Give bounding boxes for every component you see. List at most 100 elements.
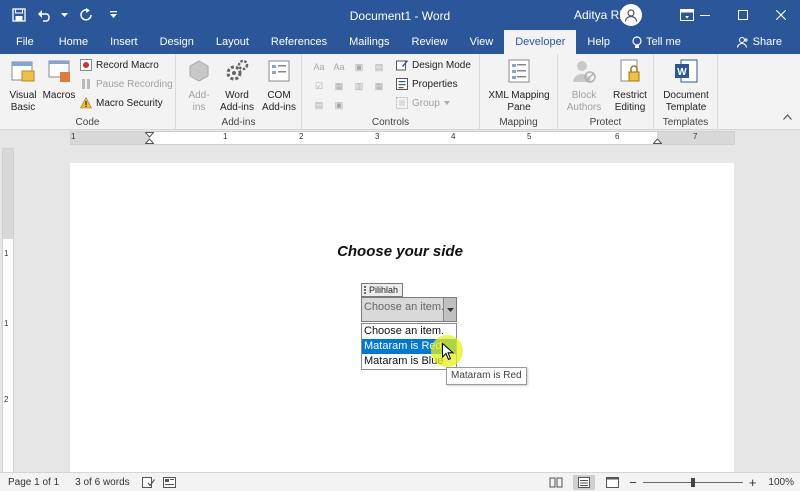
pause-icon (82, 79, 90, 89)
share-button[interactable]: Share (736, 30, 782, 54)
macro-record-icon (162, 476, 176, 488)
redo-icon (80, 8, 92, 21)
ruler-number: 2 (299, 132, 304, 141)
dropdown-content-control[interactable]: Choose an item. (361, 297, 457, 322)
word-addins-button[interactable]: Word Add-ins (218, 58, 256, 114)
macro-security-button[interactable]: Macro Security (80, 97, 163, 109)
minimize-button[interactable] (686, 0, 724, 30)
tell-me-label: Tell me (646, 36, 681, 48)
undo-button[interactable] (34, 4, 56, 26)
redo-button[interactable] (76, 4, 98, 26)
zoom-slider[interactable] (642, 475, 743, 490)
undo-dropdown[interactable] (60, 4, 68, 26)
close-icon (776, 10, 786, 20)
content-controls-gallery: Aa Aa ▣ ▤ ☑ ▦ ▥ ▦ ▤ ▣ (310, 58, 388, 114)
group-label-addins: Add-ins (221, 117, 256, 128)
ruler-number: 4 (451, 132, 456, 141)
xml-mapping-icon (508, 59, 530, 83)
tab-help[interactable]: Help (576, 30, 621, 54)
macros-icon (48, 60, 70, 82)
tab-file[interactable]: File (0, 30, 48, 54)
tab-design[interactable]: Design (149, 30, 205, 54)
horizontal-ruler[interactable]: 1 1 2 3 4 5 6 7 (70, 131, 735, 145)
group-button[interactable]: Group (396, 97, 450, 109)
zoom-level[interactable]: 100% (768, 477, 794, 488)
indent-marker-icon[interactable] (145, 132, 154, 144)
tab-mailings[interactable]: Mailings (338, 30, 400, 54)
group-addins: Add- ins Word Add-ins COM Add-ins Add-in… (176, 54, 302, 130)
document-template-label: Document Template (663, 90, 709, 113)
tell-me-search[interactable]: Tell me (621, 30, 692, 54)
save-icon (12, 8, 26, 22)
ruler-number: 3 (375, 132, 380, 141)
record-macro-button[interactable]: Record Macro (80, 59, 159, 71)
customize-qat-button[interactable] (102, 4, 124, 26)
combo-box-control-icon[interactable]: ▦ (330, 77, 348, 95)
zoom-slider-thumb[interactable] (690, 478, 695, 487)
dropdown-list-control-icon[interactable]: ▥ (350, 77, 368, 95)
group-label-protect: Protect (589, 117, 622, 128)
zoom-out-button[interactable]: − (629, 476, 637, 489)
tab-developer[interactable]: Developer (504, 30, 577, 54)
com-addins-button[interactable]: COM Add-ins (260, 58, 298, 114)
page-count[interactable]: Page 1 of 1 (0, 477, 67, 488)
zoom-in-button[interactable]: + (749, 476, 757, 489)
pause-recording-button[interactable]: Pause Recording (80, 78, 173, 90)
chevron-down-icon (60, 12, 68, 17)
ruler-number: 1 (4, 319, 9, 328)
dropdown-arrow-button[interactable] (443, 298, 456, 321)
maximize-button[interactable] (724, 0, 762, 30)
xml-mapping-pane-button[interactable]: XML Mapping Pane (484, 58, 554, 114)
restrict-editing-button[interactable]: Restrict Editing (608, 58, 652, 114)
chevron-down-icon (443, 101, 450, 105)
collapse-ribbon-button[interactable] (783, 112, 792, 123)
picture-control-icon[interactable]: ▣ (350, 58, 368, 76)
avatar[interactable] (620, 4, 642, 26)
word-count[interactable]: 3 of 6 words (67, 477, 137, 488)
proofing-button[interactable] (138, 476, 159, 488)
chevron-down-icon (446, 307, 454, 312)
tab-home[interactable]: Home (48, 30, 99, 54)
document-template-button[interactable]: W Document Template (658, 58, 714, 114)
design-mode-button[interactable]: Design Mode (396, 59, 471, 71)
repeating-section-control-icon[interactable]: ▤ (310, 96, 328, 114)
block-authors-button[interactable]: Block Authors (562, 58, 606, 114)
mouse-pointer-icon (442, 343, 454, 361)
close-button[interactable] (762, 0, 800, 30)
macros-button[interactable]: Macros (42, 58, 76, 102)
ruler-top-margin (3, 149, 13, 239)
rich-text-control-icon[interactable]: Aa (310, 58, 328, 76)
tab-references[interactable]: References (260, 30, 338, 54)
legacy-tools-icon[interactable]: ▣ (330, 96, 348, 114)
checkbox-control-icon[interactable]: ☑ (310, 77, 328, 95)
content-control-tag[interactable]: Pilihlah (361, 283, 404, 297)
building-block-control-icon[interactable]: ▤ (370, 58, 388, 76)
ruler-number: 1 (223, 132, 228, 141)
group-protect: Block Authors Restrict Editing Protect (558, 54, 654, 130)
addins-button[interactable]: Add- ins (182, 58, 216, 114)
tab-layout[interactable]: Layout (205, 30, 260, 54)
tab-insert[interactable]: Insert (99, 30, 149, 54)
svg-text:W: W (677, 67, 687, 78)
macro-recording-button[interactable] (159, 476, 180, 488)
read-mode-button[interactable] (545, 475, 567, 490)
plain-text-control-icon[interactable]: Aa (330, 58, 348, 76)
group-label-controls: Controls (371, 117, 410, 128)
xml-mapping-label: XML Mapping Pane (488, 90, 550, 113)
properties-button[interactable]: Properties (396, 78, 458, 90)
tab-view[interactable]: View (459, 30, 505, 54)
status-bar: Page 1 of 1 3 of 6 words − + 100% (0, 472, 800, 491)
visual-basic-button[interactable]: Visual Basic (6, 58, 40, 114)
restrict-editing-label: Restrict Editing (613, 90, 647, 113)
vertical-ruler[interactable]: 1 1 2 (2, 148, 14, 473)
tab-review[interactable]: Review (401, 30, 459, 54)
right-indent-marker-icon[interactable] (653, 135, 662, 144)
visual-basic-icon (11, 61, 35, 82)
save-button[interactable] (8, 4, 30, 26)
drag-handle-icon[interactable] (364, 286, 366, 294)
print-layout-button[interactable] (573, 475, 596, 490)
word-document-icon: W (675, 59, 698, 83)
document-heading[interactable]: Choose your side (0, 243, 800, 260)
web-layout-button[interactable] (601, 475, 623, 490)
date-picker-control-icon[interactable]: ▦ (370, 77, 388, 95)
